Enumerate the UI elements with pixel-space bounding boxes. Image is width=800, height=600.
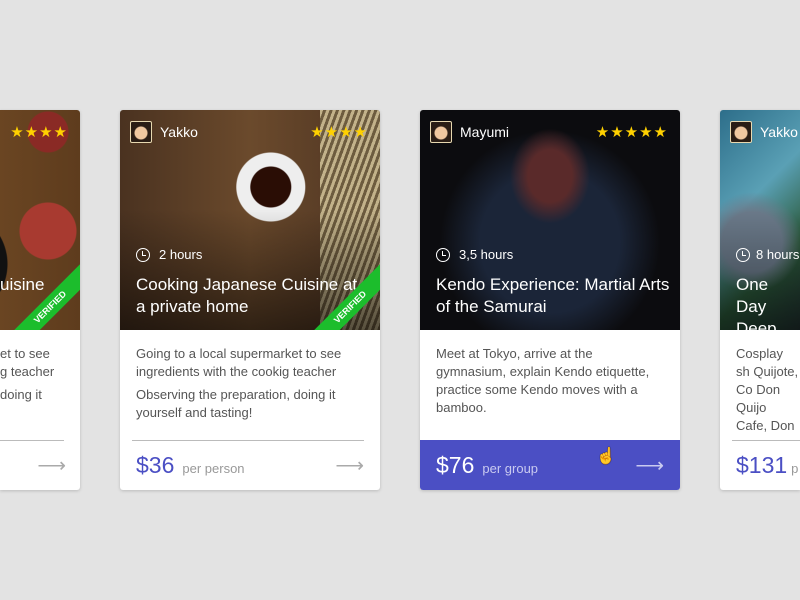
experience-card-4[interactable]: Yakko 8 hours One Day Deep into Cosplay … bbox=[720, 110, 800, 490]
duration: 8 hours bbox=[756, 247, 800, 262]
price-unit: p bbox=[791, 460, 799, 476]
avatar bbox=[430, 121, 452, 143]
desc-line: g teacher bbox=[0, 364, 55, 379]
arrow-right-icon[interactable]: ⟶ bbox=[635, 453, 664, 478]
price: $76 bbox=[436, 451, 475, 478]
card-footer[interactable]: ⟶ bbox=[0, 440, 80, 490]
avatar bbox=[730, 121, 752, 143]
avatar bbox=[130, 121, 152, 143]
rating-stars: ★★★★★ bbox=[595, 124, 668, 141]
experience-card-3[interactable]: Mayumi ★★★★★ 3,5 hours Kendo Experience:… bbox=[420, 110, 680, 490]
desc-line: Meet at Tokyo, arrive at the gymnasium, … bbox=[436, 346, 650, 415]
card-description: Cosplay sh Quijote, Co Don Quijo Cafe, D… bbox=[736, 345, 800, 440]
price-unit: per group bbox=[482, 460, 539, 476]
card-description: Meet at Tokyo, arrive at the gymnasium, … bbox=[436, 345, 666, 422]
card-description: Going to a local supermarket to see ingr… bbox=[136, 345, 366, 427]
card-footer[interactable]: $76 per group ⟶ bbox=[420, 440, 680, 490]
clock-icon bbox=[736, 247, 750, 262]
desc-line: et to see bbox=[0, 346, 50, 361]
host-name: Yakko bbox=[760, 124, 798, 140]
duration: 3,5 hours bbox=[459, 247, 514, 262]
card-title: Kendo Experience: Martial Arts of the Sa… bbox=[436, 275, 670, 316]
host-name: Mayumi bbox=[460, 124, 510, 140]
card-image: ★★★★ uisine VERIFIED bbox=[0, 110, 80, 330]
desc-line: doing it bbox=[0, 387, 42, 402]
card-image: Mayumi ★★★★★ 3,5 hours Kendo Experience:… bbox=[420, 110, 680, 330]
rating-stars: ★★★★ bbox=[10, 124, 68, 141]
arrow-right-icon[interactable]: ⟶ bbox=[335, 453, 364, 478]
divider bbox=[132, 440, 364, 441]
clock-icon bbox=[136, 247, 150, 262]
price-unit: per person bbox=[182, 460, 245, 476]
desc-line: Observing the preparation, doing it your… bbox=[136, 387, 336, 420]
card-footer[interactable]: $36 per person ⟶ bbox=[120, 440, 380, 490]
rating-stars: ★★★★ bbox=[310, 124, 368, 141]
arrow-right-icon[interactable]: ⟶ bbox=[37, 453, 66, 478]
card-description: et to see g teacher doing it bbox=[0, 345, 72, 409]
card-image: Yakko ★★★★ 2 hours Cooking Japanese Cuis… bbox=[120, 110, 380, 330]
card-title: One Day Deep into bbox=[736, 275, 777, 330]
divider bbox=[0, 440, 64, 441]
clock-icon bbox=[436, 247, 450, 262]
card-footer[interactable]: $131 p bbox=[720, 440, 800, 490]
host-name: Yakko bbox=[160, 124, 198, 140]
price: $131 bbox=[736, 451, 788, 478]
experience-card-2[interactable]: Yakko ★★★★ 2 hours Cooking Japanese Cuis… bbox=[120, 110, 380, 490]
price: $36 bbox=[136, 451, 175, 478]
card-image: Yakko 8 hours One Day Deep into bbox=[720, 110, 800, 330]
experience-card-1[interactable]: ★★★★ uisine VERIFIED et to see g teacher… bbox=[0, 110, 80, 490]
divider bbox=[732, 440, 800, 441]
desc-line: Cosplay sh Quijote, Co Don Quijo Cafe, D… bbox=[736, 346, 799, 433]
duration: 2 hours bbox=[159, 247, 203, 262]
desc-line: Going to a local supermarket to see ingr… bbox=[136, 346, 342, 379]
hand-cursor-icon: ☝ bbox=[596, 448, 616, 465]
